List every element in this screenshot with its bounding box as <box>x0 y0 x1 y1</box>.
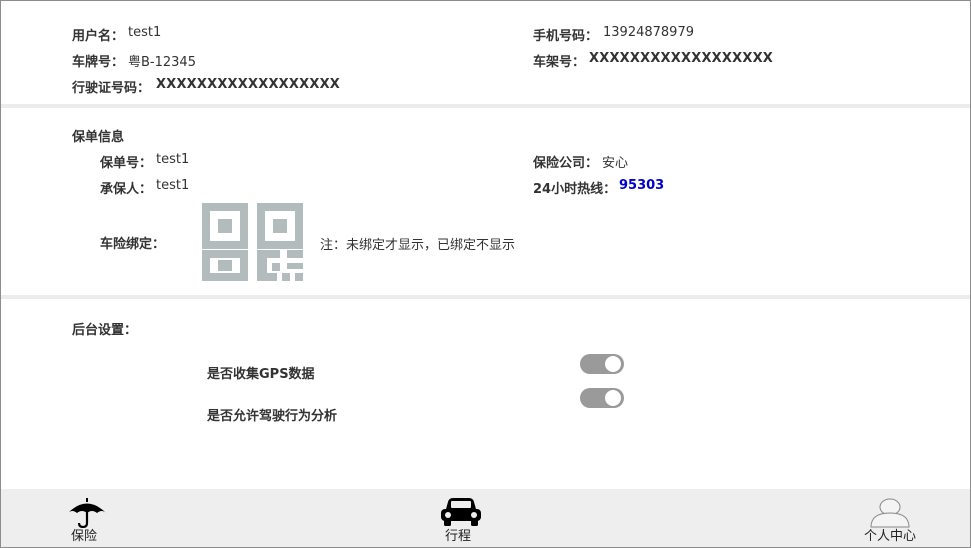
gps-toggle[interactable] <box>580 354 624 374</box>
plate-label: 车牌号： <box>72 55 125 70</box>
policy-number-value: test1 <box>156 152 190 167</box>
insurer-value: 安心 <box>602 156 629 171</box>
gps-setting-label: 是否收集GPS数据 <box>207 367 315 382</box>
insurer-label: 保险公司： <box>533 156 599 171</box>
section-divider <box>1 104 970 108</box>
car-icon <box>441 498 481 526</box>
toggle-knob <box>605 390 621 406</box>
hotline-label: 24小时热线： <box>533 182 617 197</box>
license-value: XXXXXXXXXXXXXXXXXX <box>156 77 341 92</box>
tab-profile-label: 个人中心 <box>864 529 917 544</box>
tab-profile[interactable]: 个人中心 <box>859 489 925 547</box>
qr-code-icon[interactable] <box>202 203 304 281</box>
driving-analysis-label: 是否允许驾驶行为分析 <box>207 409 338 424</box>
user-icon <box>870 498 910 528</box>
username-value: test1 <box>128 25 162 40</box>
username-label: 用户名： <box>72 29 125 44</box>
umbrella-icon <box>68 498 106 528</box>
bottom-tab-bar: 保险 行程 个人中心 <box>1 489 970 547</box>
phone-value: 13924878979 <box>603 25 694 40</box>
settings-section-title: 后台设置： <box>72 323 138 338</box>
bind-note: 注：未绑定才显示，已绑定不显示 <box>320 238 516 253</box>
insured-value: test1 <box>156 178 190 193</box>
plate-value: 粤B-12345 <box>128 55 196 70</box>
section-divider <box>1 295 970 299</box>
frame-value: XXXXXXXXXXXXXXXXXX <box>589 51 774 66</box>
insurance-bind-label: 车险绑定： <box>100 237 166 252</box>
phone-label: 手机号码： <box>533 29 599 44</box>
tab-trip[interactable]: 行程 <box>433 489 489 547</box>
tab-insurance[interactable]: 保险 <box>61 489 113 547</box>
driving-analysis-toggle[interactable] <box>580 388 624 408</box>
insured-label: 承保人： <box>100 182 153 197</box>
tab-trip-label: 行程 <box>445 529 472 544</box>
policy-number-label: 保单号： <box>100 156 153 171</box>
hotline-number[interactable]: 95303 <box>619 178 664 193</box>
tab-insurance-label: 保险 <box>71 529 98 544</box>
app-window: 用户名： test1 手机号码： 13924878979 车牌号： 粤B-123… <box>0 0 971 548</box>
toggle-knob <box>605 356 621 372</box>
frame-label: 车架号： <box>533 55 586 70</box>
license-label: 行驶证号码： <box>72 81 151 96</box>
policy-section-title: 保单信息 <box>72 130 125 145</box>
